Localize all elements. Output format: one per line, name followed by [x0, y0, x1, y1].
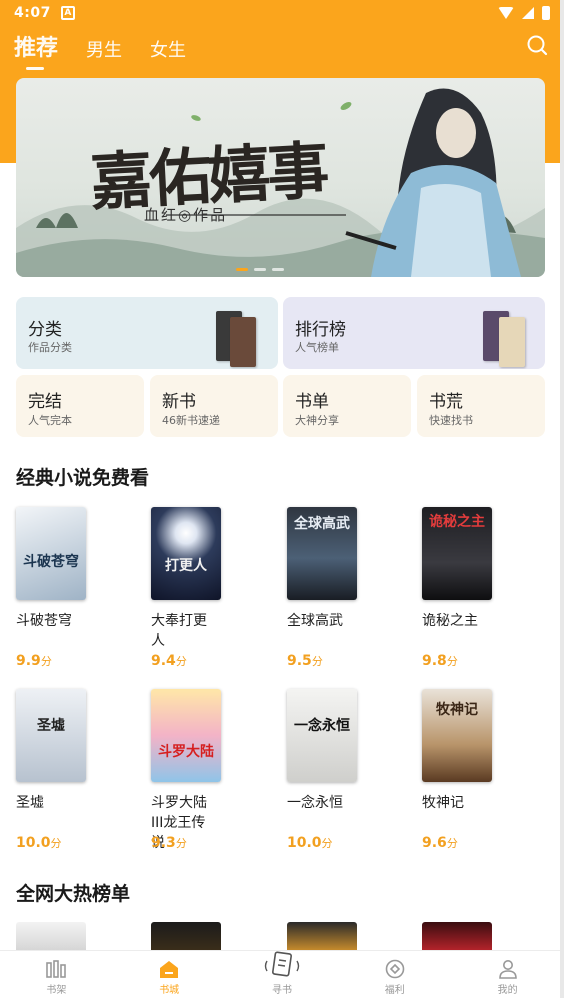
book-stack-icon	[499, 317, 525, 367]
book-score: 9.4分	[151, 653, 187, 669]
find-book-icon	[264, 951, 300, 977]
nav-label: 书城	[159, 985, 180, 996]
banner-subtitle: 血红◎作品	[144, 206, 228, 224]
promo-banner[interactable]: 嘉佑嬉事 血红◎作品	[16, 78, 545, 277]
status-time: 4:07	[14, 5, 51, 21]
nav-welfare[interactable]: 福利	[338, 951, 451, 998]
book-score: 10.0分	[16, 835, 62, 851]
book-item[interactable]: 一念永恒 一念永恒 10.0分	[287, 689, 397, 851]
search-icon[interactable]	[526, 34, 548, 56]
bookshelf-icon	[46, 960, 67, 978]
book-title: 一念永恒	[287, 795, 343, 811]
bookstore-icon	[160, 961, 179, 978]
nav-bookshelf[interactable]: 书架	[0, 951, 113, 998]
book-title: 全球高武	[287, 613, 343, 629]
banner-dot	[272, 268, 284, 271]
status-bar: 4:07 A	[0, 0, 564, 26]
card-subtitle: 46新书速递	[162, 414, 220, 427]
book-cover: 打更人	[151, 507, 221, 600]
nav-bookstore[interactable]: 书城	[113, 951, 226, 998]
section-title-hot: 全网大热榜单	[16, 883, 131, 905]
book-title: 斗破苍穹	[16, 613, 72, 629]
book-item[interactable]: 斗破苍穹 斗破苍穹 9.9分	[16, 507, 126, 669]
book-item[interactable]: 全球高武 全球高武 9.5分	[287, 507, 397, 669]
book-title: 牧神记	[422, 795, 464, 811]
cover-title: 全球高武	[294, 516, 350, 532]
banner-dot	[236, 268, 248, 271]
card-title: 排行榜	[295, 320, 346, 340]
book-cover[interactable]	[151, 922, 221, 950]
nav-find-book[interactable]: 寻书	[226, 951, 339, 998]
book-title: 大奉打更人	[151, 613, 207, 649]
book-score: 9.3分	[151, 835, 187, 851]
category-card-new-books[interactable]: 新书 46新书速递	[150, 375, 278, 437]
book-cover[interactable]	[287, 922, 357, 950]
book-cover: 斗罗大陆	[151, 689, 221, 782]
card-subtitle: 快速找书	[429, 414, 473, 427]
cellular-signal-icon	[522, 7, 534, 19]
card-subtitle: 人气完本	[28, 414, 72, 427]
book-title: 圣墟	[16, 795, 44, 811]
cover-title: 斗破苍穹	[23, 554, 79, 570]
section-title-classic: 经典小说免费看	[16, 467, 150, 489]
nav-label: 寻书	[271, 985, 292, 996]
cover-title: 圣墟	[37, 718, 65, 734]
cover-title: 斗罗大陆	[158, 744, 214, 760]
cover-title: 一念永恒	[294, 718, 350, 734]
banner-dot	[254, 268, 266, 271]
card-subtitle: 作品分类	[28, 341, 72, 354]
card-subtitle: 大神分享	[295, 414, 339, 427]
book-score: 10.0分	[287, 835, 333, 851]
book-stack-icon	[230, 317, 256, 367]
card-subtitle: 人气榜单	[295, 341, 339, 354]
category-card-book-shortage[interactable]: 书荒 快速找书	[417, 375, 545, 437]
book-item[interactable]: 牧神记 牧神记 9.6分	[422, 689, 532, 851]
card-title: 分类	[28, 320, 62, 340]
profile-icon	[498, 960, 517, 979]
tab-female[interactable]: 女生	[150, 36, 186, 62]
nav-label: 书架	[46, 985, 67, 996]
book-title: 诡秘之主	[422, 613, 478, 629]
book-score: 9.5分	[287, 653, 323, 669]
book-cover: 诡秘之主	[422, 507, 492, 600]
tab-recommend[interactable]: 推荐	[14, 30, 58, 70]
nav-profile[interactable]: 我的	[451, 951, 564, 998]
card-title: 书单	[295, 392, 329, 412]
category-card-book-lists[interactable]: 书单 大神分享	[283, 375, 411, 437]
nav-label: 我的	[497, 985, 518, 996]
gender-tabs: 推荐 男生 女生	[14, 30, 186, 70]
category-card-finished[interactable]: 完结 人气完本	[16, 375, 144, 437]
book-score: 9.9分	[16, 653, 52, 669]
book-cover: 全球高武	[287, 507, 357, 600]
cover-title: 牧神记	[436, 702, 478, 718]
book-cover: 一念永恒	[287, 689, 357, 782]
book-item[interactable]: 打更人 大奉打更人 9.4分	[151, 507, 261, 669]
card-title: 完结	[28, 392, 62, 412]
wifi-icon	[498, 7, 514, 19]
category-card-classify[interactable]: 分类 作品分类	[16, 297, 278, 369]
welfare-icon	[385, 959, 405, 979]
book-item[interactable]: 圣墟 圣墟 10.0分	[16, 689, 126, 851]
card-title: 书荒	[429, 392, 463, 412]
book-item[interactable]: 斗罗大陆 斗罗大陆III龙王传说 9.3分	[151, 689, 261, 853]
book-score: 9.8分	[422, 653, 458, 669]
bottom-navigation: 书架 书城 寻书 福利 我的	[0, 950, 564, 998]
book-cover: 圣墟	[16, 689, 86, 782]
app-notification-icon: A	[60, 6, 75, 20]
cover-title: 诡秘之主	[429, 514, 485, 530]
category-card-ranking[interactable]: 排行榜 人气榜单	[283, 297, 545, 369]
banner-pagination	[236, 268, 284, 271]
card-title: 新书	[162, 392, 196, 412]
book-cover[interactable]	[422, 922, 492, 950]
nav-label: 福利	[384, 985, 405, 996]
book-item[interactable]: 诡秘之主 诡秘之主 9.8分	[422, 507, 532, 669]
book-cover[interactable]	[16, 922, 86, 950]
window-edge	[560, 0, 564, 998]
battery-icon	[542, 6, 550, 20]
cover-title: 打更人	[165, 558, 207, 574]
book-cover: 斗破苍穹	[16, 507, 86, 600]
book-cover: 牧神记	[422, 689, 492, 782]
book-score: 9.6分	[422, 835, 458, 851]
tab-male[interactable]: 男生	[86, 36, 122, 62]
